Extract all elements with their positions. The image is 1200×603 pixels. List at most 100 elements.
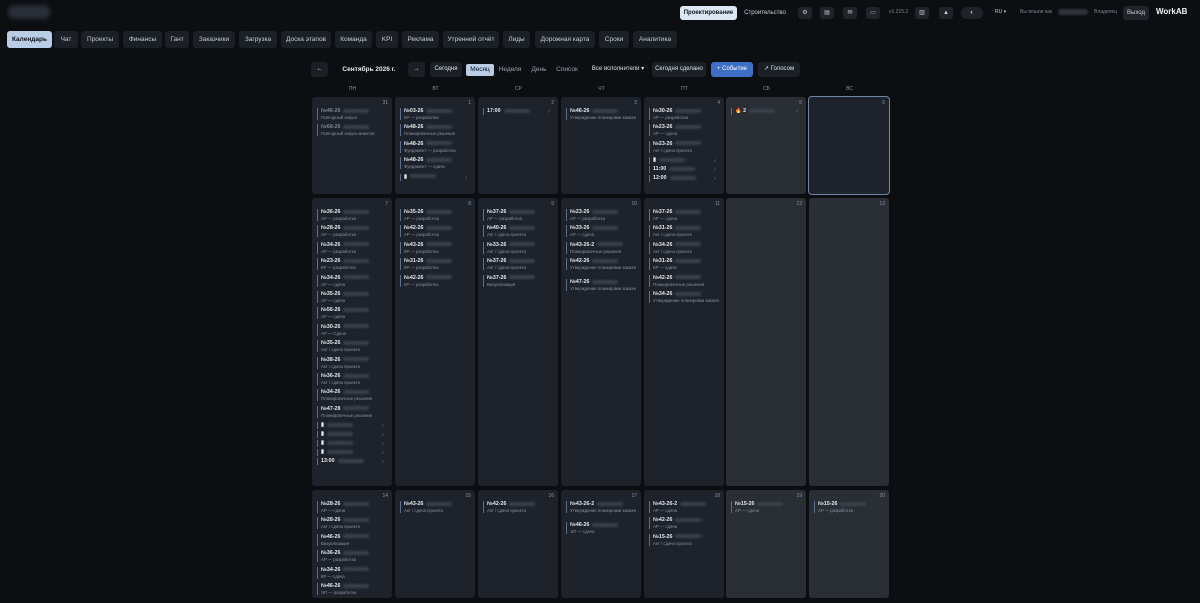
calendar-event[interactable]: №37-26 АР — разработка xyxy=(483,209,553,221)
calendar-event[interactable]: №15-26 Акт / сдача проекта xyxy=(649,533,719,546)
day-cell[interactable]: 20 №15-26 АР — разработка xyxy=(809,490,889,598)
calendar-event[interactable]: №31-26 Акт / сдача проекта xyxy=(649,225,719,238)
calendar-event[interactable]: 12:00 ✓ xyxy=(649,175,719,183)
performers-select[interactable]: Все исполнители ▾ xyxy=(588,62,648,77)
calendar-event[interactable]: №31-26 КР — разработка xyxy=(400,258,470,271)
calendar-event[interactable]: ▮ ✓ xyxy=(317,422,387,430)
calendar-event[interactable]: №40-26 Акт / сдача проекта xyxy=(483,225,553,238)
calendar-event[interactable]: №28-26 Акт / сдача проекта xyxy=(317,517,387,530)
calendar-event[interactable]: №28-26 АР — разработка xyxy=(317,225,387,238)
check-icon[interactable]: ✓ xyxy=(381,459,385,465)
day-cell[interactable]: 6 xyxy=(808,96,890,195)
folder-icon[interactable]: ▤ xyxy=(820,7,834,19)
calendar-event[interactable]: №36-26 АР — разработка xyxy=(317,550,387,563)
day-cell[interactable]: 16 №42-26 Акт / сдача проекта xyxy=(478,490,558,598)
calendar-event[interactable]: №23-26 АР — сдача xyxy=(649,124,719,137)
calendar-event[interactable]: №42-26 Акт / сдача проекта xyxy=(483,501,553,513)
calendar-event[interactable]: №34-26 АР — разработка xyxy=(317,241,387,254)
mode-design-button[interactable]: Проектирование xyxy=(680,6,737,20)
nav-tab-3[interactable]: Финансы xyxy=(123,31,162,48)
day-cell[interactable]: 2 17:00 ✓ xyxy=(478,97,558,194)
day-cell[interactable]: 10 №23-26 АР — разработка №33-26 АР — сдача №… xyxy=(561,198,641,486)
calendar-event[interactable]: №46-26 ЭП — разработка xyxy=(317,583,387,595)
check-icon[interactable]: ✓ xyxy=(381,423,385,429)
calendar-event[interactable]: №47-26Утверждение планировки заказчиком xyxy=(566,279,636,292)
calendar-event[interactable]: №31-26 КР — сдача xyxy=(649,258,719,271)
calendar-event[interactable]: 13:00 ✓ xyxy=(317,458,387,466)
day-cell[interactable]: 5 🔥 2 ✓ xyxy=(726,97,806,194)
calendar-event[interactable]: №42-26 КР — разработка xyxy=(400,274,470,287)
check-icon[interactable]: ✓ xyxy=(381,432,385,438)
language-select[interactable]: RU ▾ xyxy=(995,9,1006,15)
bell-icon[interactable]: ▲ xyxy=(939,7,953,19)
nav-tab-10[interactable]: Реклама xyxy=(402,31,439,48)
calendar-event[interactable]: №34-26 КР — сдача xyxy=(317,566,387,579)
nav-tab-6[interactable]: Загрузка xyxy=(239,31,277,48)
calendar-event[interactable]: №34-26 Планировочные решения xyxy=(317,389,387,402)
calendar-event[interactable]: №37-26 Акт / сдача проекта xyxy=(483,258,553,271)
nav-tab-11[interactable]: Утренний отчёт xyxy=(443,31,499,48)
check-icon[interactable]: ✓ xyxy=(464,175,468,181)
day-cell[interactable]: 3 №46-26Утверждение планировки заказчиком xyxy=(561,97,641,194)
nav-tab-14[interactable]: Сроки xyxy=(599,31,629,48)
calendar-event[interactable]: 17:00 ✓ xyxy=(483,108,553,115)
check-icon[interactable]: ✓ xyxy=(713,176,717,182)
logout-button[interactable]: Выход xyxy=(1123,6,1149,20)
mode-construction-button[interactable]: Строительство xyxy=(740,6,790,20)
view-month-tab[interactable]: Месяц xyxy=(466,64,494,76)
nav-tab-5[interactable]: Заказчики xyxy=(193,31,235,48)
chat-icon[interactable]: ✉ xyxy=(843,7,857,19)
calendar-event[interactable]: №37-26 Визуализация xyxy=(483,274,553,287)
calendar-event[interactable]: №23-26 КР — разработка xyxy=(317,258,387,271)
check-icon[interactable]: ✓ xyxy=(547,109,551,115)
calendar-event[interactable]: №46-26Утверждение планировки заказчиком xyxy=(566,108,636,120)
next-month-button[interactable]: → xyxy=(408,62,425,77)
calendar-event[interactable]: №42-26Утверждение планировки заказчиком xyxy=(566,258,636,271)
calendar-event[interactable]: №43-26-2 Планировочные решения xyxy=(566,241,636,254)
day-cell[interactable]: 12 xyxy=(726,198,806,486)
day-cell[interactable]: 8 №35-26 АР — разработка №42-26 АР — разрабо… xyxy=(395,198,475,486)
calendar-event[interactable]: №37-26 АР — сдача xyxy=(649,209,719,221)
calendar-event[interactable]: №38-26 Акт / сдача проекта xyxy=(317,356,387,369)
calendar-event[interactable]: ▮ ✓ xyxy=(317,431,387,439)
day-cell[interactable]: 11 №37-26 АР — сдача №31-26 Акт / сдача прое… xyxy=(644,198,724,486)
nav-tab-8[interactable]: Команда xyxy=(335,31,372,48)
nav-tab-15[interactable]: Аналитика xyxy=(633,31,677,48)
calendar-event[interactable]: №43-26 Акт / сдача проекта xyxy=(400,501,470,513)
calendar-event[interactable]: №23-26 Акт / сдача проекта xyxy=(649,140,719,153)
calendar-event[interactable]: №30-26 АР — Сдача xyxy=(317,323,387,336)
day-cell[interactable]: 1 №03-26 КР — разработка №48-26 Планировочны… xyxy=(395,97,475,194)
calendar-event[interactable]: 🔥 2 ✓ xyxy=(731,108,801,115)
nav-tab-9[interactable]: KPI xyxy=(376,31,398,48)
view-week-tab[interactable]: Неделя xyxy=(496,64,524,76)
calendar-event[interactable]: №36-26 АР — разработка xyxy=(317,209,387,221)
day-cell[interactable]: 19 №15-26 АР — сдача xyxy=(726,490,806,598)
check-icon[interactable]: ✓ xyxy=(713,167,717,173)
nav-tab-7[interactable]: Доска этапов xyxy=(281,31,331,48)
calendar-event[interactable]: №33-26 Акт / сдача проекта xyxy=(483,241,553,254)
settings-icon[interactable]: ⚙ xyxy=(798,7,812,19)
calendar-event[interactable]: №46-26 Визуализация xyxy=(317,533,387,546)
day-cell[interactable]: 4 №30-26 АР — разработка №23-26 АР — сдача №2… xyxy=(644,97,724,194)
day-cell[interactable]: 9 №37-26 АР — разработка №40-26 Акт / сдача … xyxy=(478,198,558,486)
nav-tab-1[interactable]: Чат xyxy=(54,31,78,48)
calendar-event[interactable]: №15-26 АР — разработка xyxy=(814,501,884,513)
calendar-event[interactable]: №15-26 АР — сдача xyxy=(731,501,801,513)
view-list-tab[interactable]: Список xyxy=(553,64,581,76)
theme-toggle[interactable]: ◐ xyxy=(961,7,983,19)
view-day-tab[interactable]: День xyxy=(527,64,551,76)
calendar-event[interactable]: №34-26 АР — сдача xyxy=(317,274,387,287)
calendar-event[interactable]: ▮ ✓ xyxy=(317,440,387,448)
calendar-event[interactable]: №28-26 АР — сдача xyxy=(317,501,387,513)
nav-tab-0[interactable]: Календарь xyxy=(7,31,52,48)
day-cell[interactable]: 15 №43-26 Акт / сдача проекта xyxy=(395,490,475,598)
calendar-event[interactable]: ▮ ✓ xyxy=(649,157,719,165)
day-cell[interactable]: 7 №36-26 АР — разработка №28-26 АР — разрабо… xyxy=(312,198,392,486)
calendar-event[interactable]: №42-26 АР — сдача xyxy=(649,517,719,530)
calendar-event[interactable]: №48-26 Фундамент — разработка xyxy=(400,140,470,153)
calendar-event[interactable]: №46-26 ЭП — сдача xyxy=(566,522,636,534)
calendar-event[interactable]: №36-26 Акт / сдача проекта xyxy=(317,373,387,385)
check-icon[interactable]: ✓ xyxy=(795,109,799,115)
calendar-event[interactable]: №34-26 Акт / сдача проекта xyxy=(649,241,719,254)
calendar-event[interactable]: №43-26-2Утверждение планировки заказчико… xyxy=(566,501,636,513)
